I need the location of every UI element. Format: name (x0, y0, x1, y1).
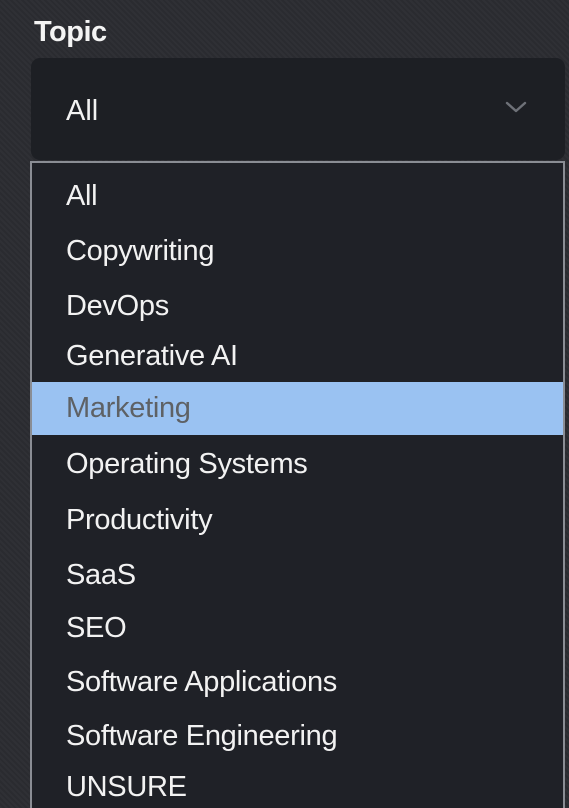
option-devops[interactable]: DevOps (32, 280, 563, 333)
topic-dropdown-list: All Copywriting DevOps Generative AI Mar… (30, 161, 565, 808)
option-marketing[interactable]: Marketing (32, 382, 563, 435)
option-productivity[interactable]: Productivity (32, 494, 563, 547)
option-generative-ai[interactable]: Generative AI (32, 330, 563, 383)
select-current-value: All (66, 95, 99, 127)
option-unsure[interactable]: UNSURE (32, 761, 563, 808)
option-copywriting[interactable]: Copywriting (32, 225, 563, 278)
option-operating-systems[interactable]: Operating Systems (32, 438, 563, 491)
chevron-down-icon[interactable] (505, 100, 527, 114)
option-saas[interactable]: SaaS (32, 549, 563, 602)
option-software-applications[interactable]: Software Applications (32, 656, 563, 709)
topic-label: Topic (34, 16, 107, 48)
option-all[interactable]: All (32, 170, 563, 223)
option-seo[interactable]: SEO (32, 602, 563, 655)
option-software-engineering[interactable]: Software Engineering (32, 710, 563, 763)
topic-select[interactable]: All (31, 58, 565, 160)
